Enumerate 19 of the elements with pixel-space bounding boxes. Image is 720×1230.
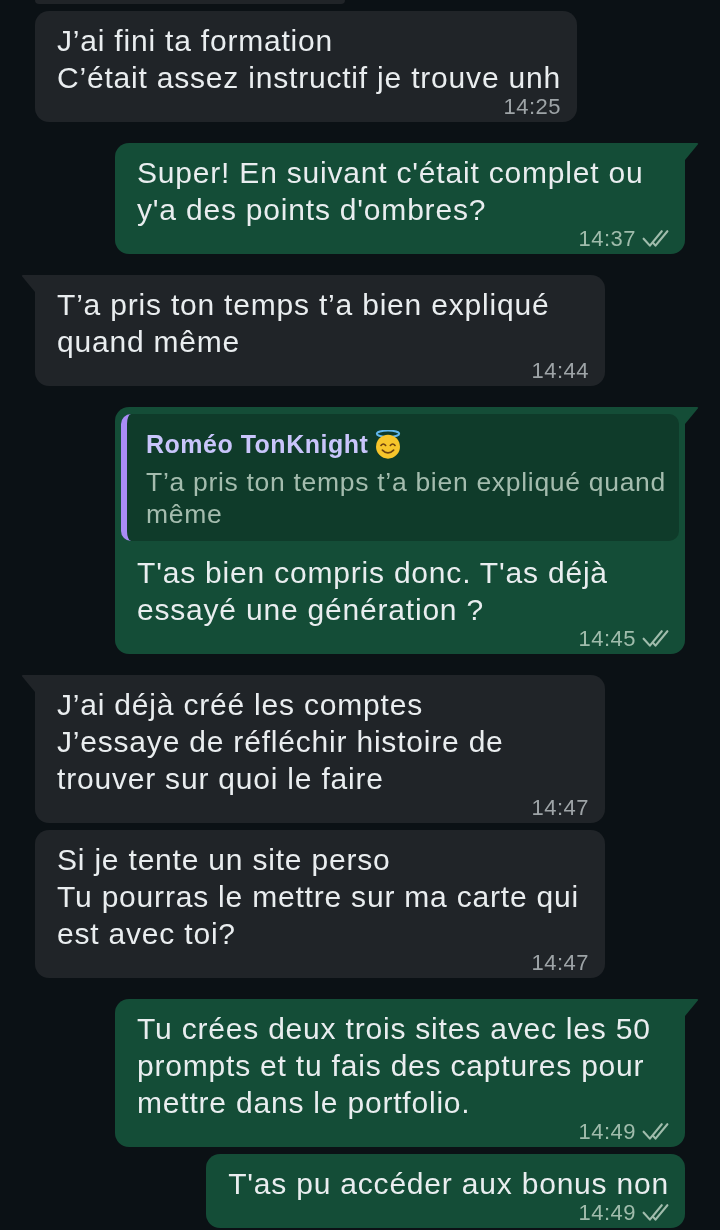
message-time: 14:47 (531, 954, 589, 971)
message-time: 14:49 (578, 1204, 636, 1221)
message-text: J’ai fini ta formation C’était assez instructif je trouve unh (57, 23, 561, 96)
message-time: 14:45 (578, 630, 636, 647)
message-time: 14:47 (531, 799, 589, 816)
message-text: Tu crées deux trois sites avec les 50 prompts et tu fais des captures pour mettre dans le portfolio. (137, 1011, 652, 1121)
message-time: 14:25 (503, 98, 561, 115)
message-time: 14:49 (578, 1123, 636, 1140)
reply-quote[interactable]: Roméo TonKnight T’a pris ton temps t’a bien expliqué quand même (121, 414, 679, 541)
message-text: Si je tente un site perso Tu pourras le mettre sur ma carte qui est avec toi? (57, 842, 580, 952)
message-text: T’a pris ton temps t’a bien expliqué quand même (57, 287, 551, 360)
message-text: T'as pu accéder aux bonus non (228, 1166, 669, 1202)
message-text: T'as bien compris donc. T'as déjà essayé une génération ? (137, 555, 609, 628)
message-time: 14:44 (531, 362, 589, 379)
quote-author: Roméo TonKnight (146, 429, 369, 460)
message-text: Super! En suivant c'était complet ou y'a des points d'ombres? (137, 155, 645, 228)
message-text: J’ai déjà créé les comptes J’essaye de réfléchir histoire de trouver sur quoi le faire (57, 687, 505, 797)
message-time: 14:37 (578, 230, 636, 247)
quote-text: T’a pris ton temps t’a bien expliqué quand même (146, 466, 667, 530)
